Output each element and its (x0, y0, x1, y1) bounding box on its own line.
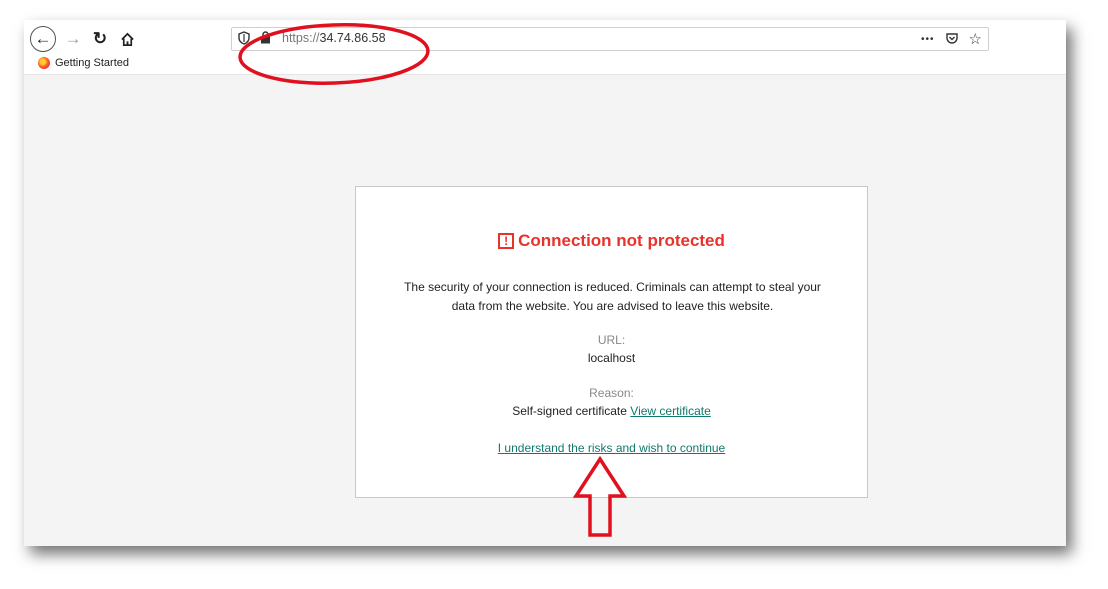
back-button[interactable]: ← (30, 26, 56, 52)
firefox-icon (38, 57, 50, 69)
warning-icon: ! (498, 233, 515, 249)
home-icon (120, 32, 134, 46)
url-value: localhost (587, 351, 636, 365)
red-arrow-annotation (573, 456, 627, 537)
reason-value: Self-signed certificate (512, 404, 627, 418)
home-button[interactable] (114, 26, 140, 52)
bookmark-getting-started[interactable]: Getting Started (55, 57, 129, 69)
warning-title-text: Connection not protected (518, 231, 725, 250)
reload-button[interactable]: ↻ (87, 26, 113, 52)
forward-button[interactable]: → (60, 26, 86, 52)
pocket-icon[interactable] (945, 32, 959, 46)
continue-row: I understand the risks and wish to conti… (356, 441, 867, 455)
warning-description: The security of your connection is reduc… (404, 280, 821, 313)
continue-anyway-link[interactable]: I understand the risks and wish to conti… (498, 441, 725, 455)
bookmarks-toolbar: Getting Started (38, 57, 129, 69)
browser-toolbar: ← → ↻ https://34.74.86.58 ••• ☆ Getting … (24, 20, 1066, 75)
reason-row: Self-signed certificate View certificate (356, 404, 867, 418)
reload-icon: ↻ (92, 29, 108, 48)
address-bar-actions: ••• ☆ (921, 30, 982, 48)
toolbar-divider (24, 74, 1066, 75)
bookmark-star-icon[interactable]: ☆ (969, 30, 982, 48)
red-circle-annotation (238, 23, 430, 85)
view-certificate-link[interactable]: View certificate (630, 404, 710, 418)
browser-window: ← → ↻ https://34.74.86.58 ••• ☆ Getting … (24, 20, 1066, 546)
warning-title: ! Connection not protected (356, 231, 867, 251)
page-actions-button[interactable]: ••• (921, 34, 935, 45)
reason-label: Reason: (589, 386, 634, 400)
arrow-left-icon: ← (34, 29, 52, 48)
arrow-right-icon: → (64, 29, 82, 48)
url-label: URL: (597, 333, 626, 347)
security-warning-card: ! Connection not protected The security … (355, 186, 868, 498)
